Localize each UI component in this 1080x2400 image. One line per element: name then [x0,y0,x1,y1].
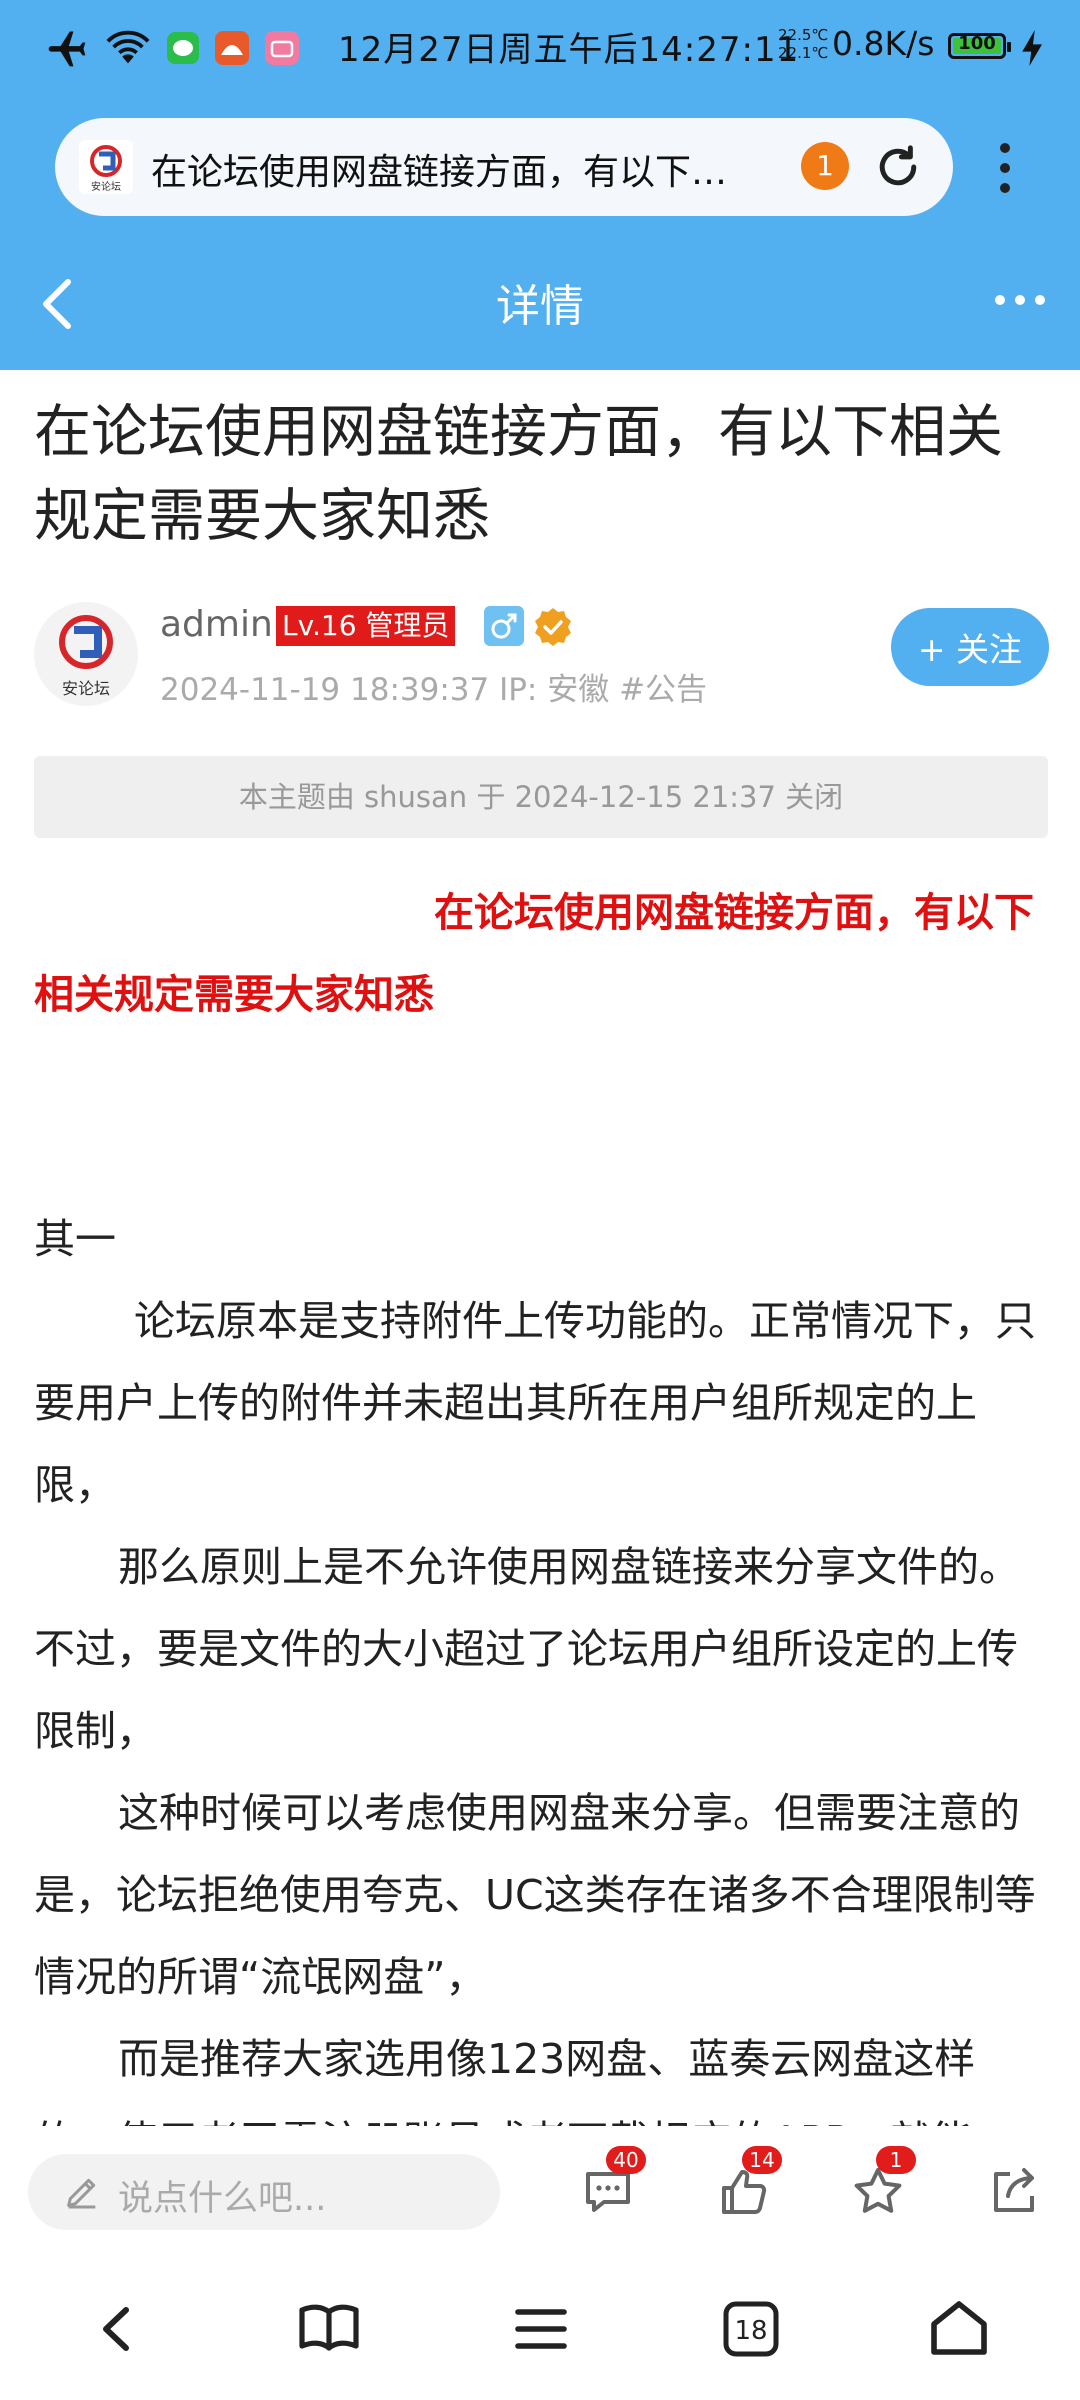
comment-count: 40 [606,2146,646,2174]
airplane-mode-icon [44,24,90,72]
app-notification-icon [214,24,250,72]
home-icon[interactable] [924,2294,994,2364]
headline-line-1: 在论坛使用网盘链接方面，有以下 [434,890,1034,936]
favorite-button[interactable]: 1 [850,2146,916,2220]
section-heading: 其一 [34,1215,116,1263]
temp-high: 22.5℃ [778,26,829,44]
post-title: 在论坛使用网盘链接方面，有以下相关规定需要大家知悉 [34,399,1003,549]
temp-low: 22.1℃ [778,44,829,62]
menu-icon[interactable] [506,2294,576,2364]
author-name[interactable]: admin [160,604,273,645]
temperature-readout: 22.5℃ 22.1℃ [778,26,828,62]
status-time: 12月27日周五午后14:27:11 [338,30,800,70]
headline-line-2: 相关规定需要大家知悉 [34,972,434,1018]
site-logo: 安论坛 [79,140,133,194]
battery-level: 100 [958,33,996,54]
paragraph: 那么原则上是不允许使用网盘链接来分享文件的。不过，要是文件的大小超过了论坛用户组… [34,1543,1020,1755]
comment-placeholder: 说点什么吧... [118,2179,327,2219]
level-badge: Lv.16 管理员 [276,606,456,646]
post-body: 其一 论坛原本是支持附件上传功能的。正常情况下，只要用户上传的附件并未超出其所在… [34,1198,1050,2182]
avatar-logo-text: 安论坛 [62,679,110,698]
tabs-count: 18 [734,2316,767,2346]
tabs-icon[interactable]: 18 [716,2294,786,2364]
page-title-in-url: 在论坛使用网盘链接方面，有以下… [151,152,728,193]
network-speed: 0.8K/s [832,24,935,63]
reload-icon[interactable] [871,140,925,194]
address-bar[interactable]: 安论坛 在论坛使用网盘链接方面，有以下… 1 [55,118,953,216]
browser-back-icon[interactable] [84,2294,154,2364]
more-options-icon[interactable] [990,290,1050,310]
post-headline: 在论坛使用网盘链接方面，有以下 相关规定需要大家知悉 [34,872,1044,1036]
comment-input[interactable]: 说点什么吧... [28,2154,500,2230]
post-meta: 2024-11-19 18:39:37 IP: 安徽 #公告 [160,672,708,708]
status-bar: 12月27日周五午后14:27:11 22.5℃ 22.1℃ 0.8K/s 10… [0,0,1080,96]
bookmarks-icon[interactable] [294,2294,364,2364]
bilibili-icon [264,24,300,72]
verified-icon [532,606,574,648]
charging-icon [1018,24,1048,72]
browser-menu-icon[interactable] [990,140,1020,196]
nav-title: 详情 [496,281,584,332]
male-icon [484,606,524,646]
like-count: 14 [742,2146,782,2174]
battery-icon: 100 [948,33,1011,59]
favorite-count: 1 [876,2146,916,2174]
wifi-icon [104,24,152,72]
share-button[interactable] [986,2164,1042,2220]
tabs-badge[interactable]: 1 [801,142,849,190]
share-icon [994,2168,1034,2212]
site-logo-text: 安论坛 [91,180,121,193]
wechat-icon [166,24,200,72]
comment-button[interactable]: 40 [580,2146,646,2220]
follow-button[interactable]: + 关注 [891,608,1049,686]
like-button[interactable]: 14 [716,2146,782,2220]
edit-icon [62,2172,102,2212]
closed-notice: 本主题由 shusan 于 2024-12-15 21:37 关闭 [34,756,1048,838]
avatar[interactable]: 安论坛 [34,602,138,706]
paragraph: 论坛原本是支持附件上传功能的。正常情况下，只要用户上传的附件并未超出其所在用户组… [34,1297,1036,1509]
paragraph: 这种时候可以考虑使用网盘来分享。但需要注意的是，论坛拒绝使用夸克、UC这类存在诸… [34,1789,1036,2001]
